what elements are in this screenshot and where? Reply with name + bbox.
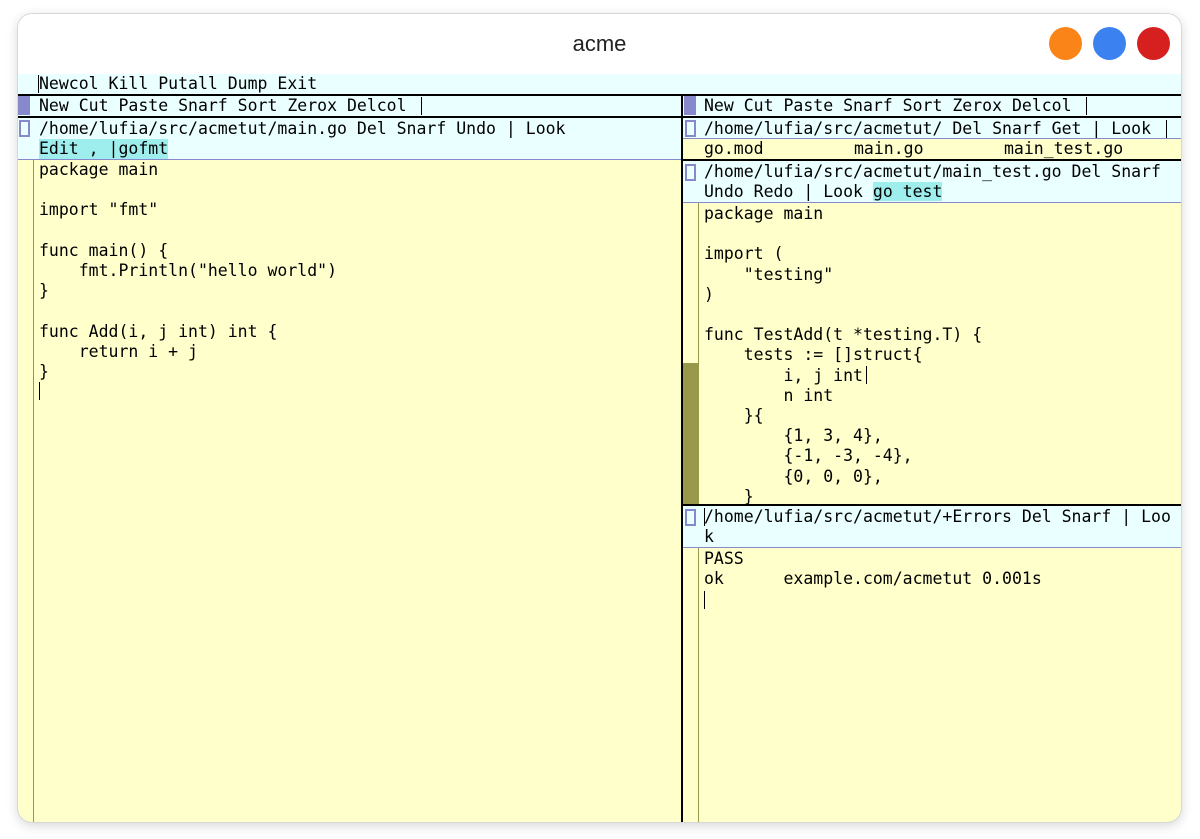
window-handle-icon[interactable] xyxy=(685,509,696,526)
close-button[interactable] xyxy=(1137,27,1170,60)
window-handle-icon[interactable] xyxy=(685,164,696,181)
column-handle-icon[interactable] xyxy=(684,96,696,115)
errors-tag-line2[interactable]: k xyxy=(704,527,714,547)
dir-window-tag[interactable]: /home/lufia/src/acmetut/ Del Snarf Get |… xyxy=(683,118,1181,138)
main-go-tag[interactable]: /home/lufia/src/acmetut/main.go Del Snar… xyxy=(18,118,681,160)
main-go-scrollbar[interactable] xyxy=(18,160,34,822)
dir-tag-cursor xyxy=(1166,120,1167,138)
column-tag-cursor xyxy=(1086,97,1087,115)
left-column-tag[interactable]: New Cut Paste Snarf Sort Zerox Delcol xyxy=(18,96,681,116)
scroll-thumb[interactable] xyxy=(683,363,698,504)
main-tag-cursor xyxy=(38,75,39,93)
errors-tag-border xyxy=(683,547,1181,548)
main-tag-commands[interactable]: Newcol Kill Putall Dump Exit xyxy=(39,74,317,94)
main-go-tag-line1[interactable]: /home/lufia/src/acmetut/main.go Del Snar… xyxy=(39,119,566,139)
main-test-go-tag-line1[interactable]: /home/lufia/src/acmetut/main_test.go Del… xyxy=(704,162,1161,182)
file-main-go[interactable]: main.go xyxy=(854,139,924,159)
go-test-command[interactable]: go test xyxy=(872,182,943,201)
file-main-test-go[interactable]: main_test.go xyxy=(1004,139,1123,159)
main-go-text-cursor xyxy=(39,382,40,400)
errors-text-cursor xyxy=(704,591,705,609)
file-go-mod[interactable]: go.mod xyxy=(704,139,764,159)
main-test-go-scrollbar[interactable] xyxy=(683,203,699,504)
tag-commands[interactable]: Undo Redo | Look xyxy=(704,182,873,201)
errors-tag-line1[interactable]: /home/lufia/src/acmetut/+Errors Del Snar… xyxy=(704,507,1171,527)
main-tag[interactable]: Newcol Kill Putall Dump Exit xyxy=(18,74,1181,94)
maximize-button[interactable] xyxy=(1093,27,1126,60)
main-test-go-tag[interactable]: /home/lufia/src/acmetut/main_test.go Del… xyxy=(683,161,1181,202)
minimize-button[interactable] xyxy=(1049,27,1082,60)
errors-tag-cursor xyxy=(704,508,705,526)
column-handle-icon[interactable] xyxy=(18,96,30,115)
window-handle-icon[interactable] xyxy=(19,120,30,137)
main-test-go-tag-border xyxy=(683,202,1181,203)
right-column-commands[interactable]: New Cut Paste Snarf Sort Zerox Delcol xyxy=(704,96,1072,116)
window-handle-icon[interactable] xyxy=(685,120,696,137)
main-test-go-text-cursor xyxy=(866,366,867,384)
window-title: acme xyxy=(572,31,627,56)
column-tag-cursor xyxy=(421,97,422,115)
errors-scrollbar[interactable] xyxy=(683,548,699,822)
title-bar: acme xyxy=(18,14,1181,74)
main-test-go-body[interactable]: package main import ( "testing" ) func T… xyxy=(704,204,982,507)
errors-body[interactable]: PASS ok example.com/acmetut 0.001s xyxy=(704,549,1042,589)
left-column-commands[interactable]: New Cut Paste Snarf Sort Zerox Delcol xyxy=(39,96,407,116)
main-test-go-tag-line2[interactable]: Undo Redo | Look go test xyxy=(704,182,943,202)
dir-window-tag-text[interactable]: /home/lufia/src/acmetut/ Del Snarf Get |… xyxy=(704,119,1151,139)
acme-window: acme Newcol Kill Putall Dump Exit New Cu… xyxy=(18,14,1181,822)
right-column-tag[interactable]: New Cut Paste Snarf Sort Zerox Delcol xyxy=(683,96,1181,116)
errors-window-tag[interactable]: /home/lufia/src/acmetut/+Errors Del Snar… xyxy=(683,506,1181,547)
main-go-body[interactable]: package main import "fmt" func main() { … xyxy=(39,160,337,382)
dir-file-list: go.mod main.go main_test.go xyxy=(683,139,1181,159)
main-go-tag-line2[interactable]: Edit , |gofmt xyxy=(39,139,169,160)
